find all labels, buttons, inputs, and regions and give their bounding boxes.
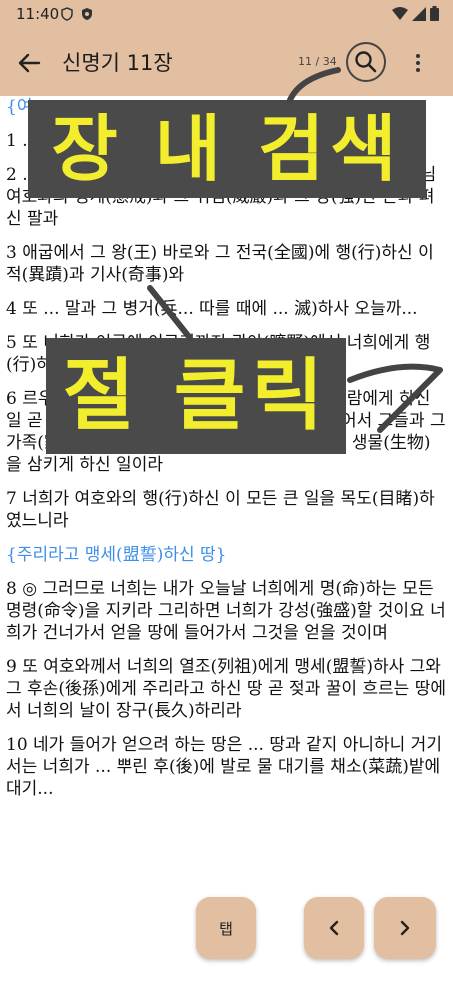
search-annotation-caption: 장 내 검색	[28, 100, 426, 198]
more-menu-button[interactable]	[408, 48, 428, 78]
verse-click-annotation-caption: 절 클릭	[46, 338, 346, 454]
chevron-left-icon	[329, 920, 339, 936]
back-button[interactable]	[14, 48, 44, 78]
verse-item[interactable]: 9 또 여호와께서 너희의 열조(列祖)에게 맹세(盟誓)하사 그와 그 후손(…	[6, 656, 446, 722]
verse-item[interactable]: 10 네가 들어가 얻으려 하는 땅은 ... 땅과 같지 아니하니 거기서는 …	[6, 734, 446, 800]
verse-item[interactable]: 3 애굽에서 그 왕(王) 바로와 그 전국(全國)에 행(行)하신 이적(異蹟…	[6, 242, 446, 286]
verse-item[interactable]: 4 또 ... 말과 그 병거(兵... 따를 때에 ... 滅)하사 오늘까.…	[6, 298, 446, 320]
previous-chapter-button[interactable]	[304, 897, 364, 959]
more-vert-icon	[416, 54, 420, 72]
next-chapter-button[interactable]	[374, 897, 436, 959]
app-bar: 신명기 11장 11 / 34	[0, 28, 453, 96]
page-count: 11 / 34	[298, 55, 337, 68]
tab-button[interactable]: 탭	[196, 897, 256, 959]
shield-icon	[61, 7, 73, 21]
arrow-left-icon	[18, 53, 41, 73]
section-heading: {주리라고 맹세(盟誓)하신 땅}	[6, 545, 227, 565]
verse-item[interactable]: 8 ◎ 그러므로 너희는 내가 오늘날 너희에게 명(命)하는 모든 명령(命令…	[6, 578, 446, 644]
wifi-icon	[392, 6, 408, 20]
verse-item[interactable]: 7 너희가 여호와의 행(行)하신 이 모든 큰 일을 목도(目睹)하였느니라	[6, 488, 446, 532]
search-icon	[355, 51, 377, 73]
battery-icon	[430, 6, 439, 21]
chevron-right-icon	[400, 920, 410, 936]
page-title: 신명기 11장	[62, 51, 173, 75]
status-time: 11:40	[16, 5, 60, 23]
security-icon	[82, 8, 92, 20]
search-button[interactable]	[346, 42, 386, 82]
chapter-content[interactable]: {여1 ... 職任... 항...2 ... 하였으나 너희가 오늘날 기억(…	[6, 96, 446, 1000]
status-bar: 11:40	[0, 0, 453, 28]
signal-icon	[412, 6, 426, 21]
